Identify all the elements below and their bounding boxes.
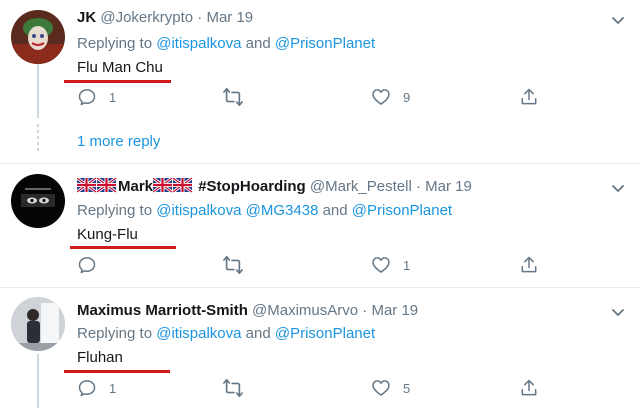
avatar-mark[interactable]	[11, 174, 65, 228]
share-icon	[521, 379, 537, 396]
replying-prefix: Replying to	[77, 202, 153, 219]
reply-count: 1	[109, 89, 117, 105]
thread-line	[37, 64, 39, 118]
tweet-header: Mark #StopHoarding @Mark_Pestell · Mar 1…	[76, 176, 472, 199]
share-button[interactable]	[519, 86, 539, 108]
tweet-date[interactable]: Mar 19	[425, 178, 472, 195]
like-icon	[372, 257, 390, 273]
reply-button[interactable]: 1	[77, 86, 116, 108]
separator: ·	[362, 302, 368, 319]
more-replies-link[interactable]: 1 more reply	[77, 132, 160, 152]
tweet-date[interactable]: Mar 19	[206, 9, 253, 26]
like-count: 1	[403, 257, 411, 273]
display-name-hashtag[interactable]: #StopHoarding	[198, 178, 306, 195]
like-icon	[372, 380, 390, 396]
tweet-text: Flu Man Chu	[77, 59, 163, 76]
display-name[interactable]: Mark	[118, 178, 153, 195]
share-icon	[521, 88, 537, 105]
chevron-down-icon[interactable]	[610, 304, 626, 320]
tweet-header: JK @Jokerkrypto · Mar 19	[77, 8, 253, 28]
retweet-icon	[223, 88, 243, 106]
like-icon	[372, 89, 390, 105]
reply-icon	[78, 257, 96, 274]
replying-to: Replying to @itispalkova and @PrisonPlan…	[77, 34, 375, 54]
tweet-date[interactable]: Mar 19	[371, 302, 418, 319]
avatar-jk[interactable]	[11, 10, 65, 64]
red-underline	[64, 80, 171, 83]
retweet-button[interactable]	[222, 86, 256, 108]
uk-flag-icon	[76, 176, 117, 199]
display-name[interactable]: Maximus Marriott-Smith	[77, 302, 248, 319]
display-name[interactable]: JK	[77, 9, 96, 26]
like-count: 9	[403, 89, 411, 105]
red-underline	[64, 370, 170, 373]
mention-link[interactable]: @PrisonPlanet	[352, 202, 452, 219]
mention-link[interactable]: @itispalkova	[156, 35, 241, 52]
tweet-text: Fluhan	[77, 349, 123, 366]
tweet-text: Kung-Flu	[77, 226, 138, 243]
red-underline	[70, 246, 176, 249]
tweet-actions: 1 9	[77, 86, 547, 108]
reply-icon	[78, 89, 96, 106]
separator: ·	[415, 178, 421, 195]
like-count: 5	[403, 380, 411, 396]
retweet-button[interactable]	[222, 377, 256, 399]
and-text: and	[322, 202, 348, 219]
share-button[interactable]	[519, 377, 539, 399]
mention-link[interactable]: @itispalkova	[156, 325, 241, 342]
uk-flag-icon	[152, 176, 193, 199]
reply-icon	[78, 380, 96, 397]
like-button[interactable]: 9	[371, 86, 410, 108]
reply-button[interactable]: 1	[77, 377, 116, 399]
chevron-down-icon[interactable]	[610, 180, 626, 196]
retweet-icon	[223, 256, 243, 274]
like-button[interactable]: 5	[371, 377, 410, 399]
tweet-divider	[0, 163, 640, 164]
tweet-header: Maximus Marriott-Smith @MaximusArvo · Ma…	[77, 301, 418, 321]
avatar-maximus[interactable]	[11, 297, 65, 351]
share-button[interactable]	[519, 254, 539, 276]
thread-dots	[37, 124, 39, 154]
replying-to: Replying to @itispalkova @MG3438 and @Pr…	[77, 201, 452, 221]
mention-link[interactable]: @MG3438	[246, 202, 319, 219]
and-text: and	[245, 325, 271, 342]
and-text: and	[245, 35, 271, 52]
tweet-actions: 1 5	[77, 377, 547, 399]
mention-link[interactable]: @PrisonPlanet	[275, 325, 375, 342]
like-button[interactable]: 1	[371, 254, 410, 276]
retweet-button[interactable]	[222, 254, 256, 276]
thread-line	[37, 354, 39, 408]
user-handle[interactable]: @MaximusArvo	[252, 302, 358, 319]
replying-to: Replying to @itispalkova and @PrisonPlan…	[77, 324, 375, 344]
reply-button[interactable]	[77, 254, 109, 276]
retweet-icon	[223, 379, 243, 397]
user-handle[interactable]: @Mark_Pestell	[310, 178, 412, 195]
share-icon	[521, 256, 537, 273]
user-handle[interactable]: @Jokerkrypto	[100, 9, 193, 26]
tweet-divider	[0, 287, 640, 288]
replying-prefix: Replying to	[77, 325, 153, 342]
mention-link[interactable]: @itispalkova	[156, 202, 241, 219]
replying-prefix: Replying to	[77, 35, 153, 52]
chevron-down-icon[interactable]	[610, 12, 626, 28]
separator: ·	[197, 9, 203, 26]
reply-count: 1	[109, 380, 117, 396]
mention-link[interactable]: @PrisonPlanet	[275, 35, 375, 52]
tweet-actions: 1	[77, 254, 547, 276]
